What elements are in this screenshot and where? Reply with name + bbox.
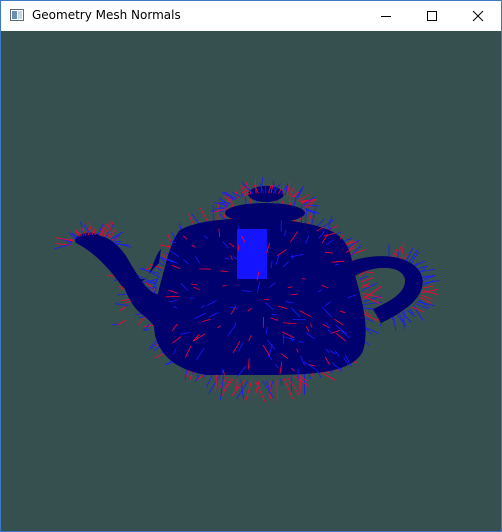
maximize-button[interactable] — [409, 1, 455, 31]
maximize-icon — [427, 11, 437, 21]
close-icon — [472, 10, 484, 22]
window-title: Geometry Mesh Normals — [32, 8, 181, 22]
minimize-icon — [381, 16, 391, 17]
app-icon[interactable] — [10, 9, 24, 21]
close-button[interactable] — [455, 1, 501, 31]
teapot-icon — [54, 177, 440, 403]
teapot-lid — [225, 203, 305, 223]
render-viewport[interactable] — [1, 31, 501, 531]
title-bar[interactable]: Geometry Mesh Normals — [1, 1, 501, 31]
app-window: Geometry Mesh Normals — [0, 0, 502, 532]
minimize-button[interactable] — [363, 1, 409, 31]
